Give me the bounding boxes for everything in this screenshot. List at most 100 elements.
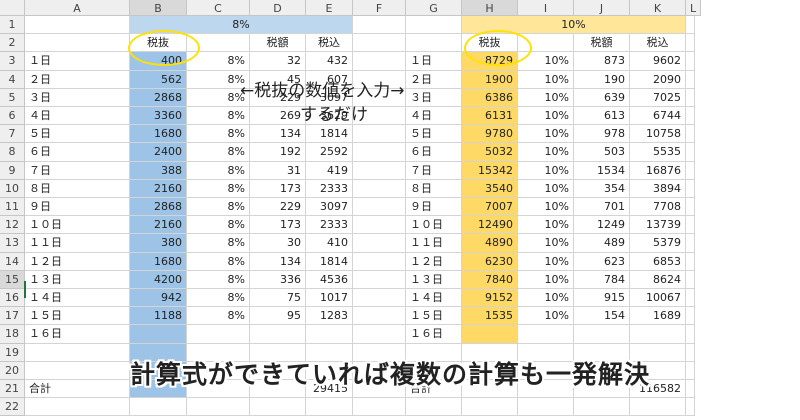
cell[interactable] [686,307,695,326]
base-amount-cell[interactable]: 4890 [462,234,518,253]
tax-rate-cell[interactable]: 8% [187,307,250,326]
row-header-2[interactable]: 2 [0,34,25,53]
tax-amount-cell[interactable]: 489 [574,234,630,253]
day-label[interactable]: ５日 [25,125,130,144]
row-header-9[interactable]: 9 [0,161,25,180]
cell[interactable] [353,270,406,289]
tax-rate-cell[interactable]: 10% [518,125,574,144]
tax-amount-cell[interactable]: 701 [574,198,630,217]
base-amount-cell[interactable]: 15342 [462,161,518,180]
base-amount-cell[interactable]: 380 [130,234,187,253]
row-header-15[interactable]: 15 [0,270,25,289]
cell[interactable] [686,107,695,126]
total-amount-cell[interactable] [306,325,353,344]
tax-amount-cell[interactable]: 503 [574,143,630,162]
cell[interactable] [353,34,406,53]
cell[interactable] [686,88,695,107]
day-label[interactable]: ３日 [25,88,130,107]
right-rate-header[interactable]: 10% [462,16,686,35]
row-header-20[interactable]: 20 [0,361,25,380]
row-header-3[interactable]: 3 [0,52,25,71]
tax-rate-cell[interactable]: 8% [187,179,250,198]
base-amount-cell[interactable]: 3540 [462,179,518,198]
row-header-14[interactable]: 14 [0,252,25,271]
cell[interactable] [686,270,695,289]
tax-amount-cell[interactable]: 613 [574,107,630,126]
tax-rate-cell[interactable] [187,325,250,344]
base-amount-cell[interactable]: 1680 [130,125,187,144]
cell[interactable] [25,398,130,417]
cell[interactable] [25,361,130,380]
cell[interactable] [406,34,462,53]
base-amount-cell[interactable]: 12490 [462,216,518,235]
cell[interactable] [686,16,695,35]
tax-amount-cell[interactable]: 639 [574,88,630,107]
select-all-corner[interactable] [0,0,25,16]
base-amount-cell[interactable]: 4200 [130,270,187,289]
base-amount-cell[interactable]: 562 [130,70,187,89]
row-header-10[interactable]: 10 [0,179,25,198]
cell[interactable] [130,398,187,417]
row-header-1[interactable]: 1 [0,16,25,35]
base-amount-cell[interactable] [130,325,187,344]
column-header-a[interactable]: A [25,0,130,16]
row-header-19[interactable]: 19 [0,343,25,362]
base-amount-cell[interactable]: 8729 [462,52,518,71]
cell[interactable] [25,16,130,35]
tax-amount-cell[interactable]: 336 [250,270,306,289]
cell[interactable] [686,216,695,235]
cell[interactable] [353,216,406,235]
tax-amount-cell[interactable]: 134 [250,125,306,144]
cell[interactable] [353,252,406,271]
base-amount-cell[interactable]: 2160 [130,179,187,198]
total-amount-cell[interactable]: 5535 [630,143,686,162]
tax-rate-cell[interactable]: 8% [187,216,250,235]
tax-rate-cell[interactable]: 8% [187,125,250,144]
cell[interactable] [686,289,695,308]
total-amount-cell[interactable]: 432 [306,52,353,71]
tax-rate-cell[interactable]: 10% [518,107,574,126]
tax-amount-cell[interactable]: 623 [574,252,630,271]
total-amount-cell[interactable]: 3894 [630,179,686,198]
cell[interactable] [25,343,130,362]
right-tax-header[interactable]: 税額 [574,34,630,53]
row-header-6[interactable]: 6 [0,107,25,126]
tax-amount-cell[interactable]: 1534 [574,161,630,180]
tax-amount-cell[interactable]: 173 [250,179,306,198]
base-amount-cell[interactable]: 2868 [130,88,187,107]
day-label[interactable]: ８日 [25,179,130,198]
tax-amount-cell[interactable]: 229 [250,198,306,217]
cell[interactable] [686,52,695,71]
row-header-22[interactable]: 22 [0,398,25,417]
cell[interactable] [187,34,250,53]
cell[interactable] [187,398,250,417]
day-label[interactable]: ６日 [25,143,130,162]
total-amount-cell[interactable]: 4536 [306,270,353,289]
tax-rate-cell[interactable]: 8% [187,234,250,253]
tax-rate-cell[interactable]: 10% [518,198,574,217]
tax-rate-cell[interactable]: 8% [187,252,250,271]
row-header-5[interactable]: 5 [0,88,25,107]
total-amount-cell[interactable]: 1689 [630,307,686,326]
total-amount-cell[interactable]: 2333 [306,179,353,198]
tax-amount-cell[interactable]: 31 [250,161,306,180]
day-label[interactable]: ２日 [406,70,462,89]
day-label[interactable]: １５日 [25,307,130,326]
tax-amount-cell[interactable]: 30 [250,234,306,253]
base-amount-cell[interactable]: 9152 [462,289,518,308]
cell[interactable] [406,16,462,35]
cell[interactable] [630,398,686,417]
column-header-e[interactable]: E [306,0,353,16]
base-amount-cell[interactable]: 3360 [130,107,187,126]
cell[interactable] [686,234,695,253]
right-total-header[interactable]: 税込 [630,34,686,53]
tax-amount-cell[interactable]: 1249 [574,216,630,235]
base-amount-cell[interactable]: 388 [130,161,187,180]
column-header-j[interactable]: J [574,0,630,16]
column-header-h[interactable]: H [462,0,518,16]
total-amount-cell[interactable]: 6744 [630,107,686,126]
cell[interactable] [25,34,130,53]
day-label[interactable]: ７日 [25,161,130,180]
day-label[interactable]: １６日 [25,325,130,344]
tax-amount-cell[interactable] [574,325,630,344]
